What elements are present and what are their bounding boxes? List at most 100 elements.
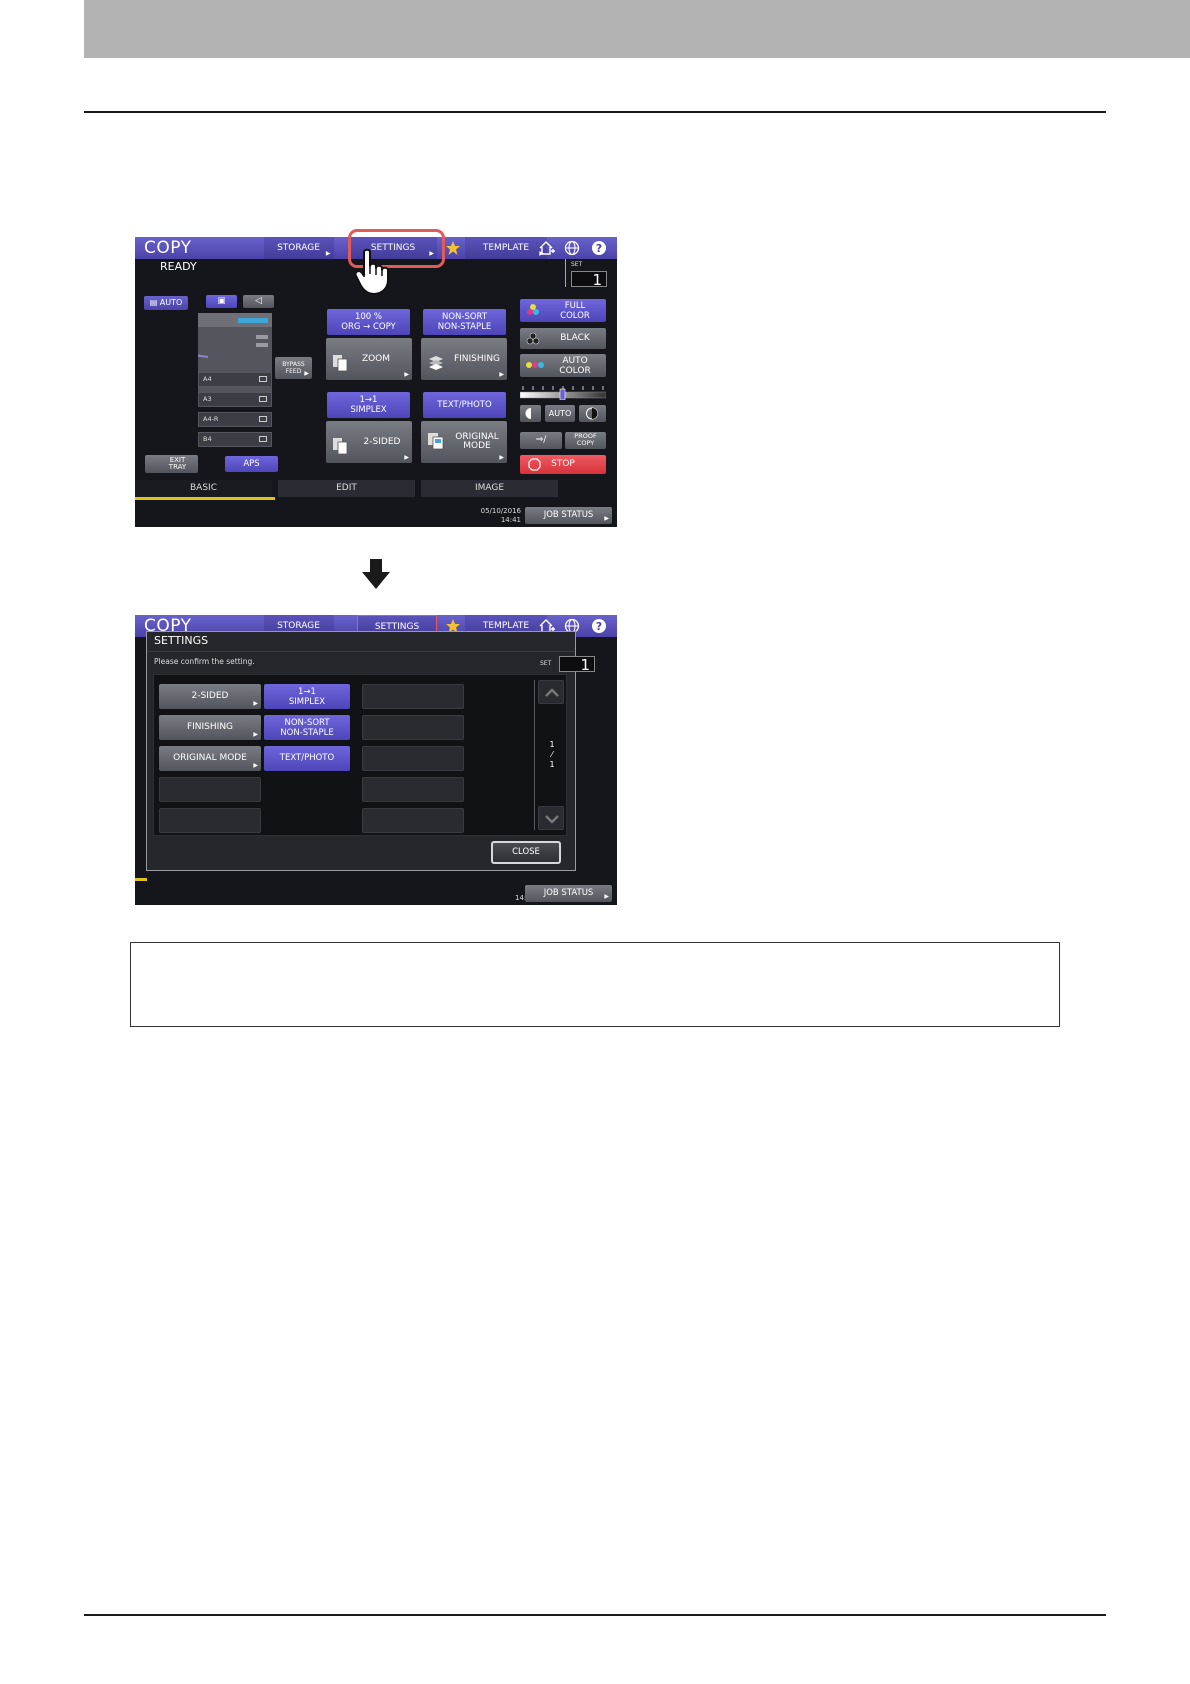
paper-icon (259, 396, 267, 402)
tab-image[interactable]: IMAGE (421, 480, 558, 497)
density-slider[interactable] (519, 385, 607, 401)
tray-2[interactable]: A3 (198, 392, 272, 407)
tray-size: A3 (203, 395, 212, 403)
page-total: 1 (549, 760, 555, 769)
page-down-button[interactable] (538, 806, 564, 830)
density-auto-label: AUTO (548, 409, 572, 418)
page-up-button[interactable] (538, 680, 564, 704)
original-rotate-icon: ◁ (255, 296, 262, 306)
copy-label: COPY (576, 439, 595, 447)
set-count-field[interactable]: 1 (571, 271, 607, 288)
divider (565, 259, 566, 287)
original-mode-value-display: TEXT/PHOTO (423, 392, 506, 418)
interrupt-button[interactable]: ⇒/ (520, 432, 562, 449)
arrow-icon: ▶ (253, 762, 258, 769)
tab-basic[interactable]: BASIC (135, 480, 272, 497)
proof-copy-button[interactable]: PROOF COPY (565, 432, 606, 449)
exit-tray-button[interactable]: EXIT TRAY (145, 455, 198, 473)
tray-1[interactable]: A4 (198, 372, 272, 387)
setting-name: FINISHING (186, 722, 234, 732)
set-count-field: 1 (559, 656, 595, 673)
tray-size: A4 (203, 375, 212, 383)
black-icon (526, 332, 540, 355)
divider (147, 651, 575, 652)
color-label: COLOR (560, 311, 590, 321)
duplex-mode: 1→1 (359, 395, 378, 405)
arrow-icon: ▶ (404, 371, 409, 378)
tray-3[interactable]: A4-R (198, 412, 272, 427)
job-status-button[interactable]: JOB STATUS ▶ (525, 507, 612, 524)
arrow-icon: ▶ (304, 370, 309, 377)
time-text: 14:41 (500, 516, 521, 524)
chevron-up-icon (545, 688, 559, 697)
setting-name: 2-SIDED (191, 691, 229, 701)
tab-basic-label: BASIC (190, 483, 217, 493)
home-icon[interactable] (538, 240, 555, 256)
darker-button[interactable] (579, 405, 606, 422)
value-line: NON-STAPLE (280, 728, 334, 738)
finishing-button[interactable]: FINISHING ▶ (421, 338, 507, 380)
auto-color-button[interactable]: AUTO COLOR (520, 354, 606, 377)
bypass-label: BYPASS (282, 361, 305, 368)
setting-name-button[interactable]: 2-SIDED ▶ (159, 684, 261, 709)
set-label: SET (571, 261, 583, 268)
pointing-hand-icon (354, 248, 394, 296)
duplex-name: SIMPLEX (350, 405, 387, 415)
full-label: FULL (564, 301, 586, 311)
help-icon[interactable]: ? (591, 618, 607, 634)
empty-slot (159, 808, 261, 833)
tab-edit-label: EDIT (336, 483, 357, 493)
page-separator-icon: ⁄ (551, 750, 553, 759)
settings-confirm-screen: COPY STORAGE SETTINGS TEMPLATE ? 14:43 J… (135, 615, 617, 905)
tab-edit[interactable]: EDIT (278, 480, 415, 497)
empty-slot (362, 777, 464, 802)
zoom-button[interactable]: ZOOM ▶ (326, 338, 412, 380)
paper-icon (259, 436, 267, 442)
zoom-direction: ORG → COPY (341, 322, 396, 332)
globe-icon[interactable] (564, 240, 580, 256)
date-time: 05/10/2016 14:41 (465, 507, 521, 525)
stop-button[interactable]: STOP (520, 455, 606, 474)
value-line: NON-SORT (284, 718, 330, 728)
black-button[interactable]: BLACK (520, 328, 606, 349)
job-status-label: JOB STATUS (543, 888, 594, 898)
setting-value: NON-SORT NON-STAPLE (264, 715, 350, 740)
lighter-button[interactable] (520, 405, 541, 422)
down-arrow-icon (362, 559, 390, 589)
setting-name: ORIGINAL MODE (173, 753, 247, 763)
chevron-down-icon (545, 815, 559, 824)
zoom-percent: 100 % (354, 312, 382, 322)
storage-label: STORAGE (277, 621, 320, 631)
star-icon[interactable] (445, 240, 461, 256)
storage-button[interactable]: STORAGE ▶ (263, 237, 334, 259)
two-sided-button[interactable]: 2-SIDED ▶ (326, 421, 412, 463)
empty-slot (362, 684, 464, 709)
aps-label: APS (243, 459, 260, 469)
job-status-button[interactable]: JOB STATUS ▶ (525, 885, 612, 902)
template-button[interactable]: TEMPLATE ▶ (465, 237, 547, 259)
page-current: 1 (549, 740, 555, 749)
finishing-label: FINISHING (453, 354, 501, 364)
setting-name-button[interactable]: FINISHING ▶ (159, 715, 261, 740)
bypass-feed-button[interactable]: BYPASS FEED ▶ (275, 357, 312, 379)
auto-original-button[interactable]: ▤ AUTO (144, 296, 188, 310)
original-portrait-button[interactable]: ▣ (206, 295, 237, 308)
aps-button[interactable]: APS (225, 456, 278, 472)
full-color-button[interactable]: FULL COLOR (520, 299, 606, 322)
finishing-icon (427, 349, 443, 370)
auto-color-icon (525, 359, 545, 374)
color-label: COLOR (559, 366, 591, 376)
value-line: SIMPLEX (288, 697, 326, 707)
original-mode-button[interactable]: ORIGINAL MODE ▶ (421, 421, 507, 463)
tray-size: A4-R (203, 415, 219, 423)
light-half-icon (525, 408, 531, 419)
tray-4[interactable]: B4 (198, 432, 272, 447)
value-line: TEXT/PHOTO (279, 753, 335, 763)
setting-name-button[interactable]: ORIGINAL MODE ▶ (159, 746, 261, 771)
settings-dialog: SETTINGS Please confirm the setting. SET… (146, 631, 595, 871)
original-landscape-button[interactable]: ◁ (243, 295, 274, 308)
close-button[interactable]: CLOSE (491, 841, 561, 864)
density-auto-button[interactable]: AUTO (545, 405, 575, 422)
empty-slot (159, 777, 261, 802)
help-icon[interactable]: ? (591, 240, 607, 256)
